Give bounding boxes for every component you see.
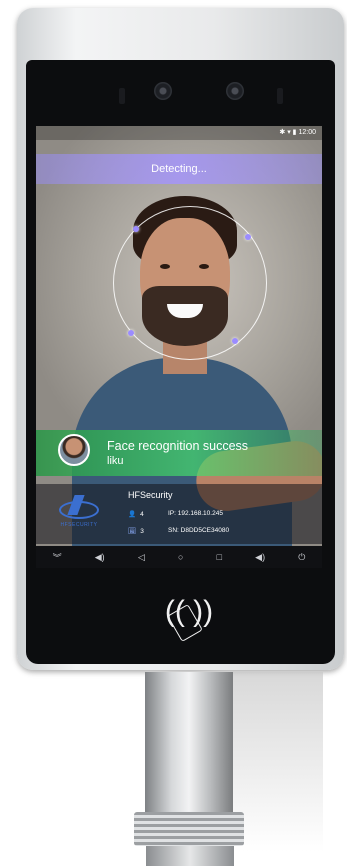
hide-nav-icon[interactable]: ︾ [53,551,62,564]
recognition-title: Face recognition success [107,439,249,453]
mount-base [146,846,234,866]
status-bar: ✱ ▾ ▮ 12:00 [36,126,322,140]
ip-address: IP: 192.168.10.245 [168,510,223,517]
device-screen: ✱ ▾ ▮ 12:00 Detecting... Face recognitio… [36,126,322,568]
users-count: 4 [140,511,144,518]
logo-icon [59,500,99,519]
company-logo: HFSECURITY [44,490,114,538]
tracking-point [245,234,251,240]
volume-up-icon[interactable]: ◀) [255,552,265,563]
recognized-name: liku [107,455,124,467]
home-icon[interactable]: ○ [178,552,183,562]
logo-text: HFSECURITY [60,521,98,528]
detecting-text: Detecting... [151,163,207,175]
detecting-banner: Detecting... [36,154,322,184]
ir-sensor [119,88,125,104]
faces-count-row: 🖼 3 [128,527,144,535]
mounting-pole [145,672,233,812]
recents-icon[interactable]: □ [217,552,222,562]
camera-lens-left [154,82,172,100]
tracking-point [133,226,139,232]
camera-lens-right [226,82,244,100]
back-icon[interactable]: ◁ [138,552,145,563]
power-icon[interactable]: ⏻ [298,552,305,563]
ir-sensor [277,88,283,104]
recognized-avatar [58,434,90,466]
serial-number: SN: D8DD5CE34080 [168,527,230,534]
tracking-point [128,330,134,336]
threaded-mount [134,812,244,846]
volume-down-icon[interactable]: ◀) [95,552,105,563]
recognition-success-banner: Face recognition success liku [36,430,322,476]
faces-count: 3 [140,528,144,535]
android-nav-bar: ︾ ◀) ◁ ○ □ ◀) ⏻ [36,546,322,568]
company-name: HFSecurity [128,490,173,500]
device-info-panel: HFSECURITY HFSecurity 👤 4 IP: 192.168.10.… [36,484,322,544]
tracking-point [232,338,238,344]
user-icon: 👤 [128,511,137,518]
status-icons: ✱ ▾ ▮ 12:00 [279,129,316,136]
image-icon: 🖼 [128,528,137,535]
pole-shadow [233,672,323,852]
users-count-row: 👤 4 [128,510,144,518]
